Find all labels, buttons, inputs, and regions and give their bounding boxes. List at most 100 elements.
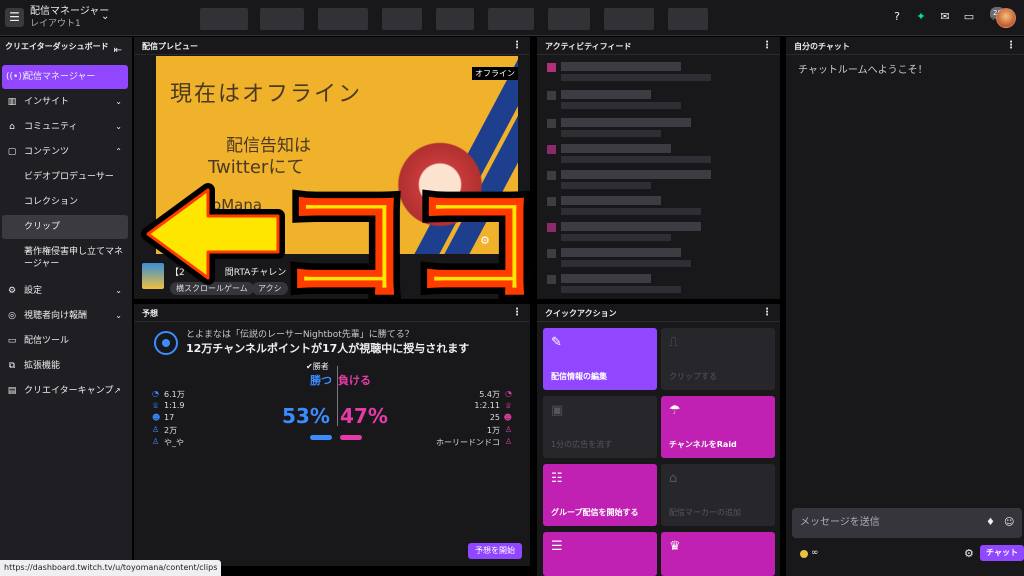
activity-item[interactable]: [547, 195, 747, 219]
offline-screen[interactable]: 現在はオフライン 配信告知は Twitterにて oyoMana オフライン ⚙: [156, 56, 518, 254]
offline-banner-text: 現在はオフライン: [170, 82, 363, 107]
crown-gem-icon[interactable]: ✦: [914, 10, 928, 24]
prediction-icon: [154, 331, 178, 355]
whisper-icon[interactable]: ▭: [962, 10, 976, 24]
sidebar-item-settings[interactable]: ⚙ 設定 ⌄: [2, 279, 128, 303]
activity-item[interactable]: [547, 221, 747, 245]
stat-blurred: [488, 8, 534, 30]
quick-actions-panel: クイックアクション ⋮ ✎ 配信情報の編集 ⎍ クリップする ▣ 1分の広告を流…: [537, 304, 780, 576]
clip-button[interactable]: ⎍ クリップする: [661, 328, 775, 390]
more-icon[interactable]: ⋮: [762, 307, 772, 318]
stat-pink: ホーリードンドコ: [436, 438, 500, 447]
top-bar: ☰ 配信マネージャー レイアウト1 ⌄ ? ✦ ✉ ▭ ♢ 28: [0, 0, 1024, 36]
stat-blue: や_や: [164, 438, 184, 447]
group-icon: ☷: [551, 471, 563, 486]
raid-icon: ☂: [669, 403, 681, 418]
run-ad-button[interactable]: ▣ 1分の広告を流す: [543, 396, 657, 458]
crown-action-button[interactable]: ♛: [661, 532, 775, 576]
sidebar-item-clips[interactable]: クリップ: [2, 215, 128, 239]
top-points-icon: ♙: [504, 425, 512, 434]
gear-icon[interactable]: ⚙: [480, 234, 490, 247]
activity-item[interactable]: [547, 143, 747, 167]
channel-points-balance: ∞: [811, 548, 819, 558]
bits-icon[interactable]: ♦: [986, 517, 995, 528]
start-prediction-button[interactable]: 予想を開始: [468, 543, 522, 559]
activity-item[interactable]: [547, 169, 747, 193]
more-icon[interactable]: ⋮: [762, 40, 772, 51]
add-marker-button[interactable]: ⌂ 配信マーカーの追加: [661, 464, 775, 526]
sidebar-item-collections[interactable]: コレクション: [2, 190, 128, 214]
channel-points-icon[interactable]: [800, 550, 808, 558]
stat-blurred: [548, 8, 590, 30]
prediction-panel: 予想 ⋮ とよまなは「伝説のレーサーNightbot先輩」に勝てる？ 12万チャ…: [134, 304, 530, 566]
chat-welcome: チャットルームへようこそ！: [798, 65, 928, 76]
check-icon: ✔: [306, 362, 313, 371]
tag-chip[interactable]: アクシ: [252, 282, 288, 295]
sidebar-item-content[interactable]: ▢ コンテンツ ⌃: [2, 140, 128, 164]
stat-blurred: [318, 8, 368, 30]
trophy-icon: ♕: [152, 401, 160, 410]
extensions-icon: ⧉: [8, 361, 16, 371]
gear-icon[interactable]: ⚙: [964, 547, 974, 560]
tag-chip[interactable]: 横スクロールゲーム: [170, 282, 254, 295]
activity-item[interactable]: [547, 247, 747, 271]
users-icon: ☻: [152, 413, 161, 422]
points-icon: ◔: [152, 389, 159, 398]
panel-title: クイックアクション: [545, 309, 617, 318]
activity-item[interactable]: [547, 117, 747, 141]
sidebar-item-extensions[interactable]: ⧉ 拡張機能: [2, 354, 128, 378]
panel-title: 配信プレビュー: [142, 42, 198, 51]
sidebar-item-community[interactable]: ⌂ コミュニティ ⌄: [2, 115, 128, 139]
collapse-icon[interactable]: ⇤: [114, 45, 122, 56]
group-stream-button[interactable]: ☷ グループ配信を開始する: [543, 464, 657, 526]
camp-icon: ▤: [7, 386, 17, 396]
sidebar-item-viewer-rewards[interactable]: ◎ 視聴者向け報酬 ⌄: [2, 304, 128, 328]
top-actions: ? ✦ ✉ ▭ ♢ 28: [868, 7, 1018, 30]
percent-pink: 47%: [340, 404, 388, 428]
activity-item[interactable]: [547, 61, 747, 85]
panel-header: クイックアクション ⋮: [537, 304, 780, 322]
emote-icon[interactable]: ☺: [1004, 517, 1014, 528]
layout-name[interactable]: レイアウト1: [30, 19, 81, 30]
stat-blue: 17: [164, 413, 175, 422]
chart-icon: ▥: [7, 97, 17, 107]
content-icon: ▢: [7, 147, 17, 157]
stream-preview-panel: 配信プレビュー ⋮ 現在はオフライン 配信告知は Twitterにて oyoMa…: [134, 37, 530, 299]
menu-icon[interactable]: ☰: [5, 8, 24, 27]
chevron-down-icon[interactable]: ⌄: [101, 11, 109, 22]
stat-blurred: [260, 8, 304, 30]
stat-blue: 1:1.9: [164, 401, 185, 410]
stat-pink: 1:2.11: [474, 401, 500, 410]
sidebar-item-stream-tools[interactable]: ▭ 配信ツール: [2, 329, 128, 353]
app-title[interactable]: 配信マネージャー: [30, 6, 109, 18]
chat-send-button[interactable]: チャット: [980, 545, 1024, 561]
game-thumbnail: [142, 263, 164, 289]
stat-blurred: [668, 8, 708, 30]
more-icon[interactable]: ⋮: [1006, 40, 1016, 51]
more-icon[interactable]: ⋮: [512, 307, 522, 318]
help-icon[interactable]: ?: [890, 10, 904, 24]
mail-icon[interactable]: ✉: [938, 10, 952, 24]
edit-stream-info-button[interactable]: ✎ 配信情報の編集: [543, 328, 657, 390]
sidebar-item-stream-manager[interactable]: ((•)) 配信マネージャー: [2, 65, 128, 89]
activity-item[interactable]: [547, 273, 747, 297]
reward-icon: ◎: [8, 311, 16, 321]
stream-title[interactable]: 【2 間RTAチャレン: [170, 265, 286, 278]
avatar[interactable]: [996, 8, 1016, 28]
activity-item[interactable]: [547, 89, 747, 113]
sidebar-item-video-producer[interactable]: ビデオプロデューサー: [2, 165, 128, 189]
prediction-reward: 12万チャンネルポイントが17人が視聴中に授与されます: [186, 342, 470, 355]
sidebar-item-copyright-claims[interactable]: 著作権侵害申し立てマネージャー: [2, 241, 128, 275]
chevron-up-icon: ⌃: [115, 147, 122, 156]
stat-blurred: [604, 8, 654, 30]
outcome-blue: 勝つ: [310, 374, 332, 387]
panel-title: 自分のチャット: [794, 42, 850, 51]
sidebar-item-creator-camp[interactable]: ▤ クリエイターキャンプ ↗: [2, 379, 128, 403]
chevron-down-icon: ⌄: [115, 286, 122, 295]
announce-line2: Twitterにて: [208, 157, 305, 178]
layout-action-button[interactable]: ☰: [543, 532, 657, 576]
chevron-down-icon: ⌄: [115, 122, 122, 131]
more-icon[interactable]: ⋮: [512, 40, 522, 51]
sidebar-item-insights[interactable]: ▥ インサイト ⌄: [2, 90, 128, 114]
raid-channel-button[interactable]: ☂ チャンネルをRaid: [661, 396, 775, 458]
